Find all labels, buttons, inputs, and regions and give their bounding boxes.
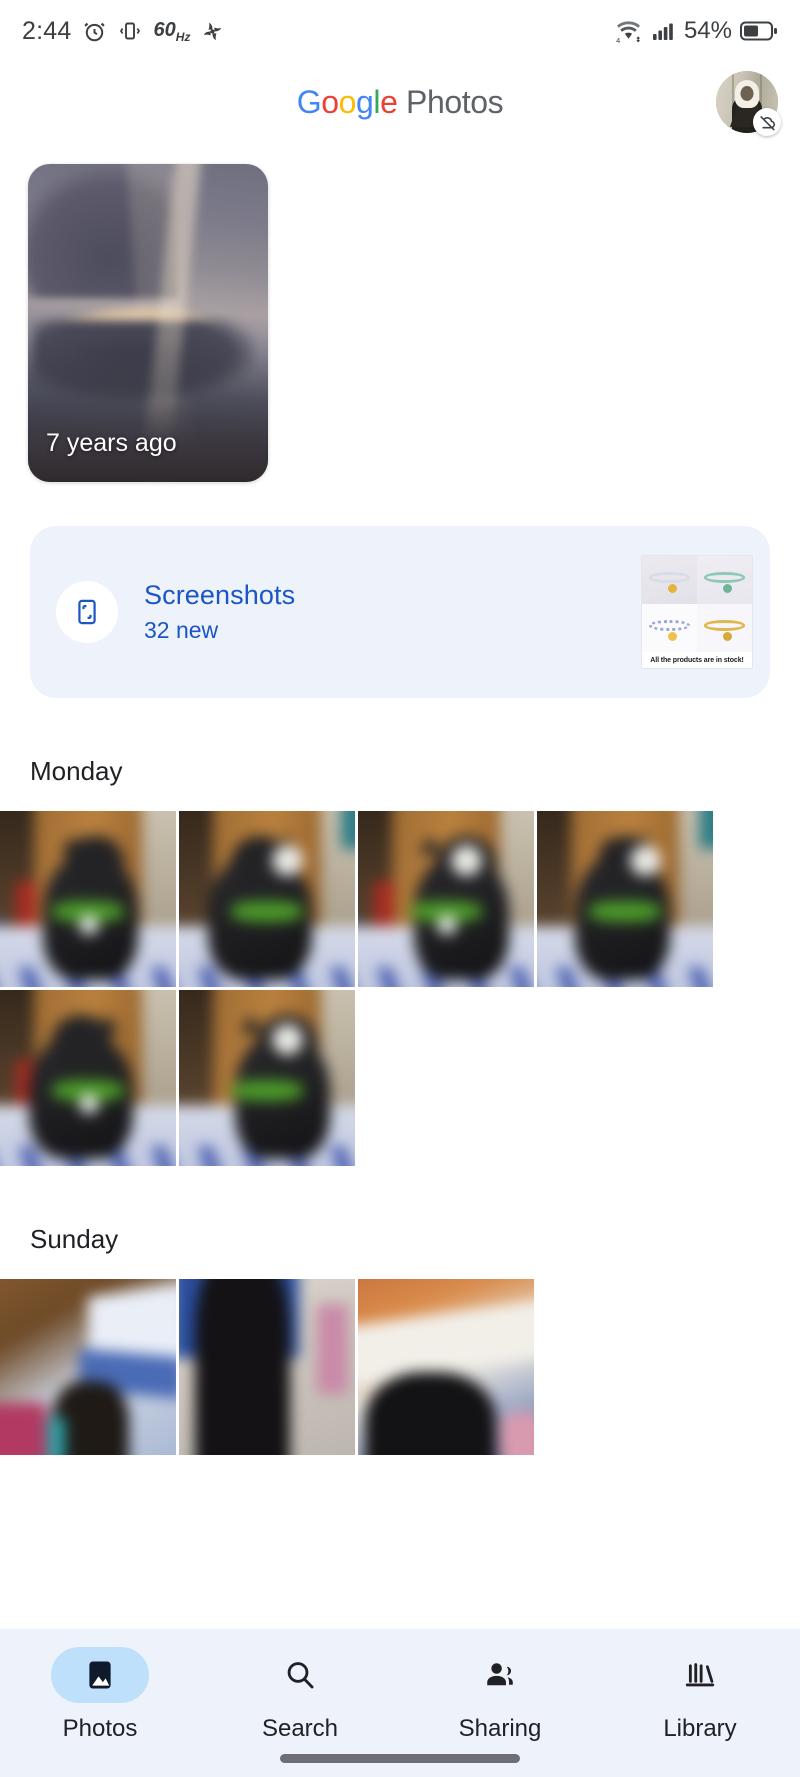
day-header-sunday: Sunday (30, 1224, 119, 1254)
screenshots-text: Screenshots 32 new (144, 580, 295, 644)
thumbnail-caption: All the products are in stock! (642, 652, 752, 668)
thumb-cell (642, 604, 697, 652)
photo-thumbnail[interactable] (0, 990, 176, 1166)
screenshots-suggestion-card[interactable]: Screenshots 32 new All the products are … (30, 526, 770, 698)
search-icon[interactable] (251, 1647, 349, 1703)
refresh-rate-indicator: 60Hz (153, 18, 191, 44)
status-time: 2:44 (22, 16, 72, 45)
backup-off-icon[interactable] (753, 108, 781, 136)
status-bar: 2:44 60Hz 4 54% (0, 0, 800, 62)
nav-label-sharing: Sharing (458, 1715, 542, 1742)
avatar-face (740, 86, 754, 101)
sharing-icon[interactable] (451, 1647, 549, 1703)
thumb-cell (697, 556, 752, 604)
nav-label-search: Search (261, 1715, 339, 1742)
day-header-monday: Monday (30, 756, 123, 786)
logo-letter-G: G (296, 83, 322, 120)
photo-thumbnail[interactable] (179, 1279, 355, 1455)
fan-icon (201, 20, 224, 43)
photo-row (0, 990, 800, 1166)
thumb-cell (697, 604, 752, 652)
photo-row (0, 1279, 800, 1455)
battery-icon (740, 20, 778, 42)
cellular-signal-icon (650, 19, 676, 43)
bottom-navigation-bar: Photos Search Sharing Library (0, 1629, 800, 1777)
photo-thumbnail[interactable] (179, 811, 355, 987)
screenshots-thumbnail[interactable]: All the products are in stock! (642, 556, 752, 668)
status-bar-left: 2:44 60Hz (22, 17, 224, 46)
nav-item-library[interactable]: Library (600, 1647, 800, 1743)
account-avatar-button[interactable] (716, 71, 781, 136)
nav-label-library: Library (663, 1715, 737, 1742)
screenshot-device-icon (56, 581, 118, 643)
screenshots-title: Screenshots (144, 580, 296, 610)
nav-item-photos[interactable]: Photos (0, 1647, 200, 1743)
logo-letter-o2: o (338, 83, 357, 120)
logo-letter-o1: o (321, 83, 339, 120)
svg-text:4: 4 (616, 35, 620, 44)
photo-thumbnail[interactable] (358, 811, 534, 987)
memory-card[interactable]: 7 years ago (28, 164, 268, 482)
photos-icon[interactable] (51, 1647, 149, 1703)
library-icon[interactable] (651, 1647, 749, 1703)
logo-suffix: Photos (406, 83, 504, 120)
nav-label-photos: Photos (62, 1715, 138, 1742)
photo-thumbnail[interactable] (358, 1279, 534, 1455)
google-photos-logo: Google Photos (297, 84, 504, 121)
photo-thumbnail[interactable] (537, 811, 713, 987)
thumb-cell (642, 556, 697, 604)
section-monday: Monday (0, 756, 800, 1166)
home-indicator[interactable] (280, 1754, 520, 1763)
wifi-icon: 4 (615, 18, 642, 45)
alarm-clock-icon (82, 19, 107, 44)
photo-thumbnail[interactable] (0, 811, 176, 987)
status-bar-right: 4 54% (615, 17, 778, 45)
memory-label: 7 years ago (46, 429, 177, 457)
section-sunday: Sunday (0, 1224, 800, 1455)
memories-carousel[interactable]: 7 years ago (0, 142, 800, 482)
battery-percent: 54% (683, 17, 732, 44)
logo-letter-g: g (356, 83, 374, 120)
photo-thumbnail[interactable] (179, 990, 355, 1166)
nav-item-search[interactable]: Search (200, 1647, 400, 1743)
screenshots-subtitle: 32 new (144, 617, 219, 643)
logo-letter-e: e (380, 83, 398, 120)
photo-thumbnail[interactable] (0, 1279, 176, 1455)
app-header: Google Photos (0, 62, 800, 142)
vibrate-icon (118, 19, 142, 43)
nav-item-sharing[interactable]: Sharing (400, 1647, 600, 1743)
photo-row (0, 811, 800, 987)
